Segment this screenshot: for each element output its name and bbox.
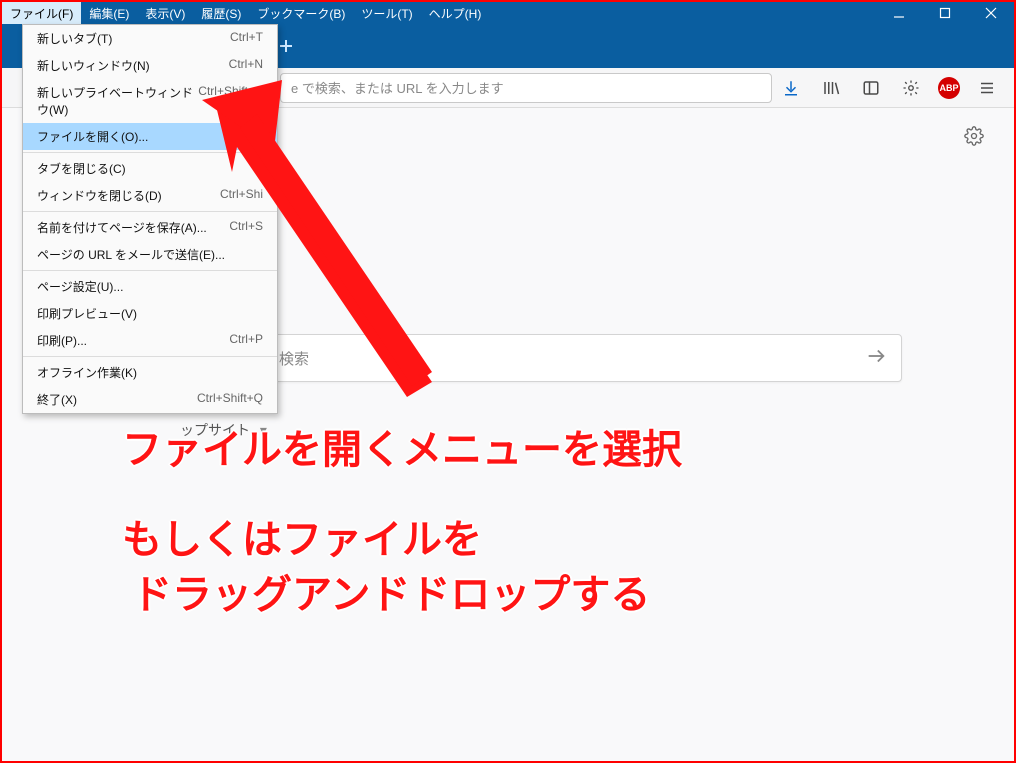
menu-item-shortcut: Ctrl+Shift+Q (197, 391, 263, 408)
menu-item[interactable]: ページ設定(U)... (23, 273, 277, 300)
menu-item-shortcut: Ctrl+Shift+P (198, 84, 263, 118)
plus-icon (278, 38, 294, 54)
file-menu-dropdown: 新しいタブ(T) Ctrl+T 新しいウィンドウ(N) Ctrl+N 新しいプライベート… (22, 24, 278, 414)
menu-history[interactable]: 履歴(S) (193, 2, 249, 24)
menu-item-shortcut: Ctrl+T (230, 30, 263, 47)
menu-item-label: ウィンドウを閉じる(D) (37, 187, 162, 204)
menu-item-label: 終了(X) (37, 391, 77, 408)
menu-item[interactable]: 印刷(P)... Ctrl+P (23, 327, 277, 354)
menu-help[interactable]: ヘルプ(H) (421, 2, 490, 24)
menubar: ファイル(F) 編集(E) 表示(V) 履歴(S) ブックマーク(B) ツール(… (2, 2, 1014, 24)
abp-label: ABP (939, 83, 958, 93)
menu-item-label: 新しいプライベートウィンドウ(W) (37, 84, 198, 118)
annotation-line1: ファイルを開くメニューを選択 (122, 422, 682, 478)
url-input[interactable]: e で検索、または URL を入力します (280, 73, 772, 103)
minimize-button[interactable] (876, 2, 922, 24)
menu-item[interactable]: 新しいプライベートウィンドウ(W)Ctrl+Shift+P (23, 79, 277, 123)
search-go-icon[interactable] (865, 345, 887, 371)
annotation-line3: ドラッグアンドドロップする (132, 567, 650, 623)
menu-item[interactable]: ウィンドウを閉じる(D) Ctrl+Shi (23, 182, 277, 209)
hamburger-icon (978, 79, 996, 97)
menu-item-label: ページの URL をメールで送信(E)... (37, 246, 225, 263)
menu-item-label: ページ設定(U)... (37, 278, 123, 295)
menu-item[interactable]: ファイルを開く(O)... Ctrl+O (23, 123, 277, 150)
gear-small-icon (902, 79, 920, 97)
menu-item-label: オフライン作業(K) (37, 364, 137, 381)
page-settings-button[interactable] (964, 126, 984, 149)
menu-tools[interactable]: ツール(T) (353, 2, 420, 24)
menu-item[interactable]: オフライン作業(K) (23, 359, 277, 386)
menu-file[interactable]: ファイル(F) (2, 2, 81, 24)
web-search-input[interactable]: ウェブを検索 (172, 334, 902, 382)
window-controls (876, 2, 1014, 24)
menu-item-label: 印刷プレビュー(V) (37, 305, 137, 322)
menu-item-shortcut: Ctrl+N (229, 57, 263, 74)
menu-item-label: ファイルを開く(O)... (37, 128, 148, 145)
menu-item[interactable]: 終了(X) Ctrl+Shift+Q (23, 386, 277, 413)
hamburger-button[interactable] (974, 75, 1000, 101)
maximize-icon (939, 7, 951, 19)
menu-item[interactable]: 新しいウィンドウ(N) Ctrl+N (23, 52, 277, 79)
download-icon (782, 79, 800, 97)
abp-badge[interactable]: ABP (938, 77, 960, 99)
minimize-icon (893, 7, 905, 19)
menu-item-label: 新しいウィンドウ(N) (37, 57, 150, 74)
addon-button[interactable] (898, 75, 924, 101)
close-button[interactable] (968, 2, 1014, 24)
gear-icon (964, 126, 984, 146)
menu-edit[interactable]: 編集(E) (81, 2, 137, 24)
menu-item-label: 印刷(P)... (37, 332, 87, 349)
close-icon (985, 7, 997, 19)
menu-item-label: 新しいタブ(T) (37, 30, 112, 47)
sidebar-button[interactable] (858, 75, 884, 101)
menu-item-label: 名前を付けてページを保存(A)... (37, 219, 207, 236)
menu-item[interactable]: ページの URL をメールで送信(E)... (23, 241, 277, 268)
menu-item[interactable]: 名前を付けてページを保存(A)... Ctrl+S (23, 214, 277, 241)
library-button[interactable] (818, 75, 844, 101)
menu-item[interactable]: 印刷プレビュー(V) (23, 300, 277, 327)
library-icon (822, 79, 840, 97)
menu-item-shortcut: Ctrl+O (228, 128, 263, 145)
url-placeholder: e で検索、または URL を入力します (291, 78, 504, 97)
menu-item[interactable]: 新しいタブ(T) Ctrl+T (23, 25, 277, 52)
menu-item-shortcut: Ctrl+Shi (220, 187, 263, 204)
menu-item-shortcut: Ctrl+P (229, 332, 263, 349)
menu-item-shortcut: Ctrl+S (229, 219, 263, 236)
downloads-button[interactable] (778, 75, 804, 101)
maximize-button[interactable] (922, 2, 968, 24)
menu-bookmarks[interactable]: ブックマーク(B) (249, 2, 353, 24)
menu-item[interactable]: タブを閉じる(C) (23, 155, 277, 182)
sidebar-icon (862, 79, 880, 97)
menu-item-label: タブを閉じる(C) (37, 160, 126, 177)
menu-view[interactable]: 表示(V) (137, 2, 193, 24)
annotation-line2: もしくはファイルを (122, 512, 482, 568)
